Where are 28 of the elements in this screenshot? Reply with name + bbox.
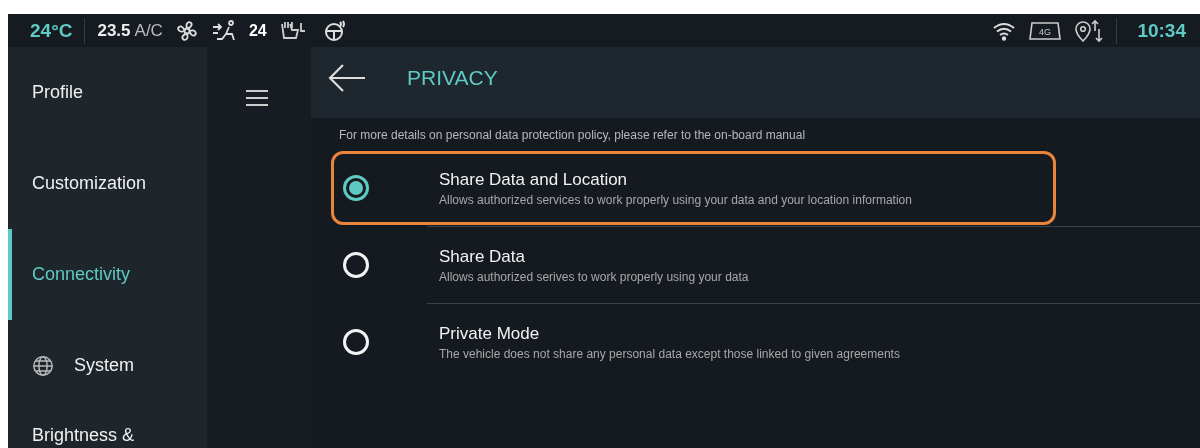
notice-text: For more details on personal data protection policy, please refer to the on-board manual — [338, 127, 807, 142]
sidebar-item[interactable]: Brightness & — [8, 411, 207, 447]
ac-temperature: 23.5 — [97, 20, 131, 41]
fan-speed: 24 — [248, 21, 267, 40]
radio-button[interactable] — [343, 175, 369, 201]
privacy-option[interactable]: Share Data Allows authorized serives to work properly using your data — [331, 228, 1056, 302]
fan-icon[interactable] — [174, 18, 199, 43]
clock-time: 10:34 — [1137, 19, 1186, 42]
back-arrow-icon[interactable] — [327, 62, 367, 93]
option-title: Share Data — [439, 246, 526, 267]
privacy-option[interactable]: Share Data and Location Allows authorized services to work properly using your data and your location information — [331, 151, 1056, 225]
sidebar-item[interactable]: Customization — [8, 138, 207, 229]
page-title: PRIVACY — [407, 65, 498, 90]
option-description: Allows authorized serives to work properly using your data — [439, 269, 749, 284]
ac-label: A/C — [134, 20, 163, 41]
globe-icon — [32, 354, 54, 377]
option-title: Private Mode — [439, 323, 541, 344]
sidebar-item[interactable]: Profile — [8, 47, 207, 138]
airflow-seat-icon[interactable] — [210, 18, 237, 43]
option-description: Allows authorized services to work properly using your data and your location information — [439, 192, 912, 207]
option-description: The vehicle does not share any personal data except those linked to given agreements — [439, 346, 900, 361]
option-title: Share Data and Location — [439, 169, 629, 190]
sidebar-item[interactable]: System — [8, 320, 207, 411]
location-sync-icon — [1074, 18, 1105, 43]
menu-icon[interactable] — [245, 89, 269, 107]
privacy-option[interactable]: Private Mode The vehicle does not share any personal data except those linked to given agreements — [331, 305, 1056, 379]
temperature-reading: 24°C — [30, 19, 73, 42]
wifi-icon — [992, 20, 1017, 41]
